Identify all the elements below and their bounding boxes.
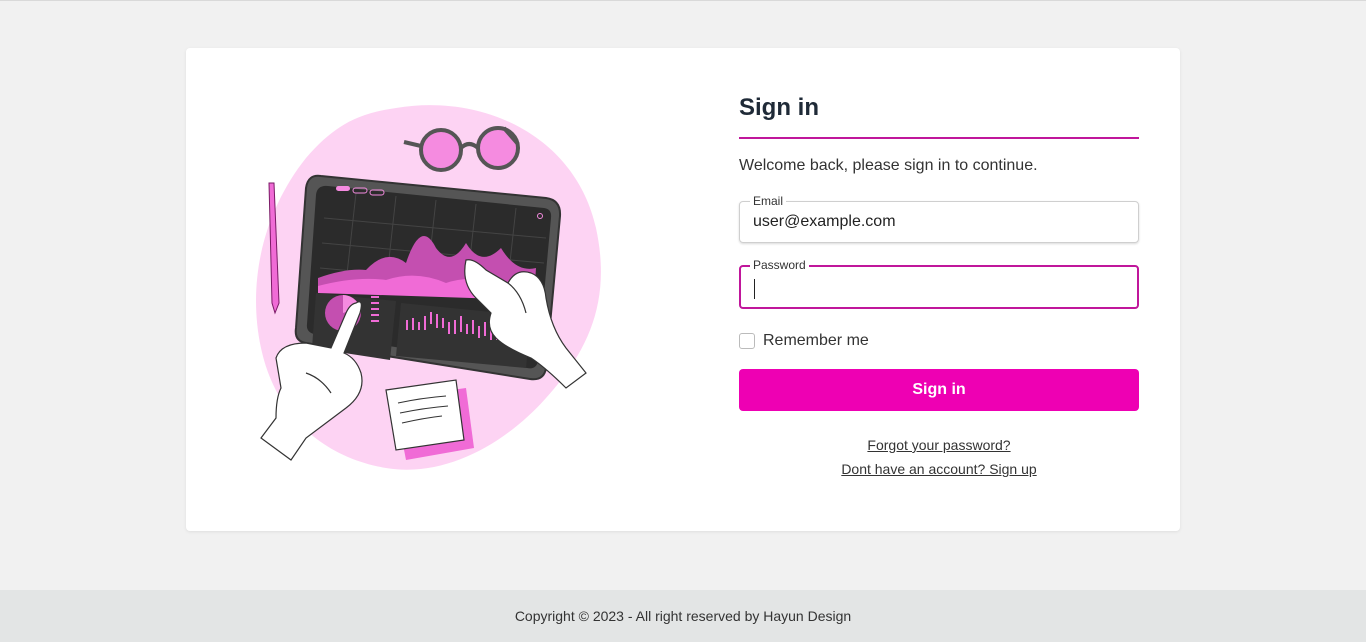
signin-card: Sign in Welcome back, please sign in to … [186,48,1180,531]
remember-me-label: Remember me [763,332,869,349]
password-field: Password [739,259,1139,309]
signin-form: Sign in Welcome back, please sign in to … [739,88,1139,481]
remember-me-row[interactable]: Remember me [739,331,1139,351]
signup-link[interactable]: Dont have an account? Sign up [739,457,1139,481]
email-label: Email [750,195,787,208]
title-divider [739,137,1139,139]
remember-me-checkbox[interactable] [739,333,755,349]
signin-button[interactable]: Sign in [739,369,1139,411]
copyright-text: Copyright © 2023 - All right reserved by… [514,608,852,624]
password-input[interactable] [741,267,1137,307]
email-field: Email [739,195,1139,243]
email-input[interactable] [740,202,1138,242]
auth-links: Forgot your password? Dont have an accou… [739,433,1139,481]
page-title: Sign in [739,94,819,121]
footer: Copyright © 2023 - All right reserved by… [0,590,1366,642]
forgot-password-link[interactable]: Forgot your password? [739,433,1139,457]
signin-subtitle: Welcome back, please sign in to continue… [739,157,1038,174]
text-caret [754,279,755,299]
password-label: Password [750,259,809,272]
tablet-analytics-illustration [256,105,601,470]
sticky-note-icon [385,379,474,460]
